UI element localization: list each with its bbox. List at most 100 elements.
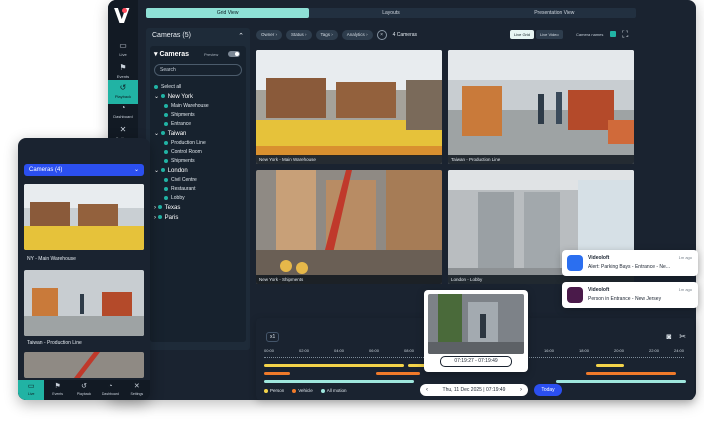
checkbox-icon — [164, 140, 168, 145]
camera-list: ▾ Cameras Preview Search Select all ⌄ Ne… — [150, 46, 246, 342]
mobile-bottom-nav: ▭ Live ⚑ Events ↺ Playback ◔ Dashboard ✕ Sett… — [18, 380, 150, 400]
videoloft-logo: V — [114, 4, 130, 28]
tab-layouts[interactable]: Layouts — [309, 8, 472, 18]
video-tile[interactable]: New York - Main Warehouse — [256, 50, 442, 164]
video-tile[interactable]: Taiwan - Production Line — [448, 50, 634, 164]
vehicle-track[interactable] — [376, 372, 420, 375]
tick-label: 18:00 — [579, 348, 590, 353]
corridor-video-image — [428, 294, 524, 354]
notification-card[interactable]: Videoloft 1m ago Person in Entrance - Ne… — [562, 282, 698, 308]
mobile-nav-events[interactable]: ⚑ Events — [44, 380, 70, 400]
checkbox-icon — [164, 195, 168, 200]
tree-item[interactable]: Entrance — [154, 120, 244, 129]
checkbox-icon — [160, 168, 165, 173]
chevron-up-icon[interactable]: ⌃ — [238, 32, 244, 40]
tree-item[interactable]: Shipments — [154, 111, 244, 120]
tree-group-london[interactable]: ⌄ London — [154, 166, 244, 176]
filter-owner[interactable]: Owner › — [256, 30, 283, 40]
tree-group-new-york[interactable]: ⌄ New York — [154, 92, 244, 102]
tab-live-video[interactable]: Live Video — [536, 30, 563, 39]
mobile-nav-settings[interactable]: ✕ Settings — [124, 380, 150, 400]
tile-caption: New York - Shipments — [256, 275, 442, 284]
tick-label: 22:00 — [649, 348, 660, 353]
filter-tags[interactable]: Tags › — [315, 30, 338, 40]
tick-label: 02:00 — [299, 348, 310, 353]
mobile-nav-dashboard[interactable]: ◔ Dashboard — [97, 380, 123, 400]
tree-item[interactable]: Lobby — [154, 194, 244, 203]
rail-item-dashboard[interactable]: ◔ Dashboard — [108, 100, 138, 124]
clear-filters-icon[interactable]: × — [376, 30, 387, 40]
mobile-app-window: Cameras (4) ⌄ NY - Main Warehouse Taiwan … — [18, 138, 150, 400]
warehouse-video-image — [256, 50, 442, 164]
tick-label: 16:00 — [544, 348, 555, 353]
tab-presentation-view[interactable]: Presentation View — [473, 8, 636, 18]
chevron-down-icon: ⌄ — [133, 167, 139, 173]
tree-item[interactable]: Shipments — [154, 157, 244, 166]
tree-item[interactable]: Control Room — [154, 148, 244, 157]
live-mode-tabs: Live Grid Live Video — [510, 30, 563, 39]
mobile-video-tile[interactable] — [24, 184, 144, 250]
checkbox-icon — [164, 121, 168, 126]
checkbox-icon — [157, 205, 162, 210]
filter-analytics[interactable]: Analytics › — [341, 30, 373, 40]
speed-select[interactable]: x1 — [266, 332, 280, 342]
mobile-video-tile[interactable] — [24, 270, 144, 336]
clip-icon[interactable]: ✂ — [679, 332, 686, 341]
tick-label: 06:00 — [369, 348, 380, 353]
tick-label: 20:00 — [614, 348, 625, 353]
prev-day-icon[interactable]: ‹ — [426, 384, 428, 396]
events-icon: ⚑ — [54, 383, 61, 390]
mobile-nav-playback[interactable]: ↺ Playback — [71, 380, 97, 400]
checkbox-icon — [160, 131, 165, 136]
timeline-tools: ◙ ✂ — [666, 332, 686, 341]
snapshot-icon[interactable]: ◙ — [666, 332, 671, 341]
camera-names-checkbox[interactable] — [610, 31, 616, 37]
tab-live-grid[interactable]: Live Grid — [510, 30, 535, 39]
playback-icon: ↺ — [81, 383, 87, 390]
tree-item[interactable]: Civil Centre — [154, 176, 244, 185]
rail-item-live[interactable]: ▭ Live — [108, 38, 138, 62]
mobile-tile-caption: Taiwan - Production Line — [24, 338, 144, 348]
mobile-nav-live[interactable]: ▭ Live — [18, 380, 45, 400]
motion-track[interactable] — [264, 380, 414, 383]
motion-track[interactable] — [556, 380, 686, 383]
dashboard-icon: ◔ — [108, 383, 113, 390]
tab-grid-view[interactable]: Grid View — [146, 8, 310, 18]
dashboard-icon: ◔ — [120, 103, 126, 112]
timeline-legend: Person Vehicle All motion — [264, 388, 347, 393]
preview-label: Preview — [204, 52, 219, 57]
legend-all-motion: All motion — [320, 388, 347, 393]
view-tab-bar: Grid View Layouts Presentation View — [146, 8, 636, 18]
shipments-video-image — [256, 170, 442, 284]
preview-toggle[interactable] — [228, 51, 240, 57]
vehicle-track[interactable] — [586, 372, 676, 375]
panel-header: Cameras (5) — [152, 32, 191, 39]
preview-time-range: 07:19:27 - 07:19:49 — [440, 356, 512, 367]
search-input[interactable]: Search — [154, 64, 242, 76]
notification-card[interactable]: Videoloft 1m ago Alert: Parking Bays - E… — [562, 250, 698, 276]
vehicle-track[interactable] — [264, 372, 290, 375]
tree-item[interactable]: Production Line — [154, 139, 244, 148]
videoloft-app-icon — [567, 255, 583, 271]
tick-label: 08:00 — [404, 348, 415, 353]
tree-group-taiwan[interactable]: ⌄ Taiwan — [154, 129, 244, 139]
date-picker[interactable]: ‹ Thu, 11 Dec 2025 | 07:19:49 › — [420, 384, 528, 396]
cameras-dropdown[interactable]: Cameras (4) ⌄ — [24, 164, 144, 176]
person-track[interactable] — [596, 364, 624, 367]
camera-icon: ▭ — [27, 383, 35, 390]
filter-status[interactable]: Status › — [286, 30, 312, 40]
tree-group-texas[interactable]: › Texas — [154, 203, 244, 213]
events-icon: ⚑ — [119, 63, 127, 72]
tree-item[interactable]: Main Warehouse — [154, 102, 244, 111]
person-track[interactable] — [264, 364, 404, 367]
tree-item[interactable]: Restaurant — [154, 185, 244, 194]
tile-caption: Taiwan - Production Line — [448, 155, 634, 164]
select-all-row[interactable]: Select all — [154, 82, 244, 92]
fullscreen-icon[interactable]: ⛶ — [622, 29, 628, 40]
tree-group-paris[interactable]: › Paris — [154, 213, 244, 223]
next-day-icon[interactable]: › — [520, 384, 522, 396]
today-button[interactable]: Today — [534, 384, 562, 396]
settings-icon: ✕ — [119, 125, 127, 134]
mobile-video-tile[interactable] — [24, 352, 144, 378]
video-tile[interactable]: New York - Shipments — [256, 170, 442, 284]
